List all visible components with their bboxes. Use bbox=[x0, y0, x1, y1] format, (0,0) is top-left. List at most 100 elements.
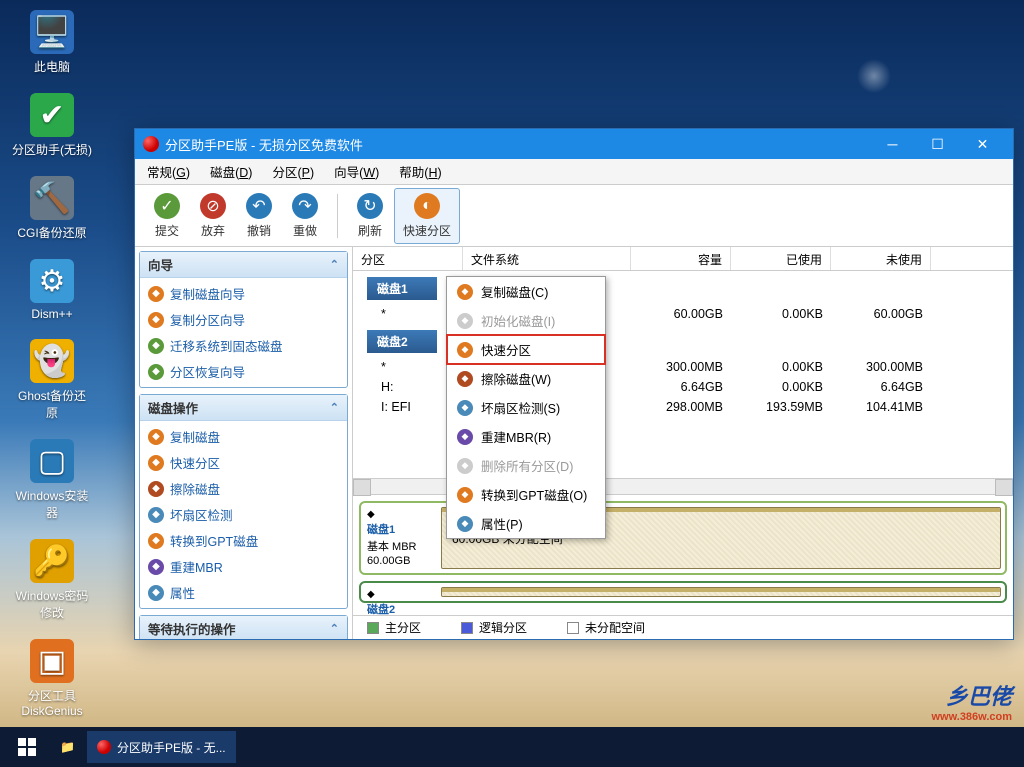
menu-item[interactable]: 向导(W) bbox=[330, 160, 383, 183]
disk-ops-panel: 磁盘操作 ⌃ ◆复制磁盘 ◆快速分区 ◆擦除磁盘 ◆坏扇区检测 ◆转换到GPT磁盘 ◆重建… bbox=[139, 394, 348, 609]
link-icon: ◆ bbox=[148, 338, 164, 354]
icon-label: CGI备份还原 bbox=[17, 224, 86, 241]
cell: 0.00KB bbox=[731, 380, 831, 394]
panel-header[interactable]: 等待执行的操作 ⌃ bbox=[140, 616, 347, 639]
desktop-icon[interactable]: ⚙Dism++ bbox=[12, 259, 92, 321]
legend-swatch bbox=[567, 622, 579, 634]
sidebar-link[interactable]: ◆重建MBR bbox=[148, 557, 339, 576]
disk-info: ◆磁盘2 bbox=[365, 587, 435, 597]
menu-icon: ◆ bbox=[457, 371, 473, 387]
toolbar-button[interactable]: ◐快速分区 bbox=[394, 188, 460, 244]
context-menu-item[interactable]: ◆ 转换到GPT磁盘(O) bbox=[447, 480, 605, 509]
column-header[interactable]: 分区 bbox=[353, 247, 463, 270]
desktop-icon[interactable]: 🖥️此电脑 bbox=[12, 10, 92, 75]
cell: 104.41MB bbox=[831, 400, 931, 414]
sidebar-link[interactable]: ◆分区恢复向导 bbox=[148, 362, 339, 381]
desktop-icon[interactable]: ✔分区助手(无损) bbox=[12, 93, 92, 158]
cell: 60.00GB bbox=[631, 307, 731, 321]
link-label: 复制磁盘向导 bbox=[170, 284, 245, 303]
link-icon: ◆ bbox=[148, 364, 164, 380]
window-controls: ─ ☐ ✕ bbox=[870, 129, 1005, 159]
menu-label: 转换到GPT磁盘(O) bbox=[481, 485, 587, 504]
desktop-icon[interactable]: 🔨CGI备份还原 bbox=[12, 176, 92, 241]
disk-map[interactable]: ◆磁盘2 bbox=[359, 581, 1007, 603]
context-menu-item[interactable]: ◆属性(P) bbox=[447, 509, 605, 538]
link-icon: ◆ bbox=[148, 507, 164, 523]
watermark: 乡巴佬 www.386w.com bbox=[932, 679, 1013, 723]
context-menu-item[interactable]: ◆快速分区 bbox=[447, 335, 605, 364]
collapse-icon[interactable]: ⌃ bbox=[330, 258, 339, 271]
toolbar-button[interactable]: ↶撤销 bbox=[237, 188, 281, 244]
toolbar-button[interactable]: ↻ 刷新 bbox=[348, 188, 392, 244]
context-menu: ◆复制磁盘(C)◆初始化磁盘(I)◆快速分区◆擦除磁盘(W)◆坏扇区检测(S)◆… bbox=[446, 276, 606, 539]
taskbar-explorer[interactable]: 📁 bbox=[52, 731, 83, 763]
sidebar-link[interactable]: ◆ 复制磁盘向导 bbox=[148, 284, 339, 303]
maximize-button[interactable]: ☐ bbox=[915, 129, 960, 159]
minimize-button[interactable]: ─ bbox=[870, 129, 915, 159]
toolbar-label: 刷新 bbox=[358, 222, 382, 239]
disk-segment[interactable] bbox=[441, 587, 1001, 597]
column-header[interactable]: 未使用 bbox=[831, 247, 931, 270]
close-button[interactable]: ✕ bbox=[960, 129, 1005, 159]
panel-header[interactable]: 向导 ⌃ bbox=[140, 252, 347, 278]
panel-title: 等待执行的操作 bbox=[148, 619, 236, 638]
link-label: 属性 bbox=[170, 583, 195, 602]
menu-icon: ◆ bbox=[457, 516, 473, 532]
start-button[interactable] bbox=[6, 727, 48, 767]
sidebar-link[interactable]: ◆擦除磁盘 bbox=[148, 479, 339, 498]
titlebar[interactable]: 分区助手PE版 - 无损分区免费软件 ─ ☐ ✕ bbox=[135, 129, 1013, 159]
link-icon: ◆ bbox=[148, 286, 164, 302]
panel-header[interactable]: 磁盘操作 ⌃ bbox=[140, 395, 347, 421]
cell: 193.59MB bbox=[731, 400, 831, 414]
menu-icon: ◆ bbox=[457, 342, 473, 358]
sidebar-link[interactable]: ◆复制磁盘 bbox=[148, 427, 339, 446]
desktop-icon[interactable]: ▢Windows安装器 bbox=[12, 439, 92, 521]
toolbar-separator bbox=[337, 194, 338, 238]
context-menu-item[interactable]: ◆坏扇区检测(S) bbox=[447, 393, 605, 422]
desktop-icon[interactable]: 🔑Windows密码修改 bbox=[12, 539, 92, 621]
menu-label: 重建MBR(R) bbox=[481, 427, 551, 446]
legend-label: 逻辑分区 bbox=[479, 619, 527, 636]
app-icon bbox=[97, 740, 111, 754]
collapse-icon[interactable]: ⌃ bbox=[330, 401, 339, 414]
context-menu-item[interactable]: ◆ 重建MBR(R) bbox=[447, 422, 605, 451]
cell: 60.00GB bbox=[831, 307, 931, 321]
toolbar-icon: ↻ bbox=[357, 193, 383, 219]
menu-item[interactable]: 分区(P) bbox=[268, 160, 318, 183]
menu-icon: ◆ bbox=[457, 487, 473, 503]
sidebar-link[interactable]: ◆属性 bbox=[148, 583, 339, 602]
windows-icon bbox=[18, 738, 36, 756]
cell: 300.00MB bbox=[631, 360, 731, 374]
desktop-icon[interactable]: 👻Ghost备份还原 bbox=[12, 339, 92, 421]
menu-item[interactable]: 常规(G) bbox=[143, 160, 194, 183]
column-header[interactable]: 文件系统 bbox=[463, 247, 631, 270]
menu-item[interactable]: 帮助(H) bbox=[395, 160, 445, 183]
column-header[interactable]: 容量 bbox=[631, 247, 731, 270]
menu-icon: ◆ bbox=[457, 313, 473, 329]
sidebar-link[interactable]: ◆迁移系统到固态磁盘 bbox=[148, 336, 339, 355]
taskbar-app[interactable]: 分区助手PE版 - 无... bbox=[87, 731, 236, 763]
menu-item[interactable]: 磁盘(D) bbox=[206, 160, 256, 183]
menu-icon: ◆ bbox=[457, 429, 473, 445]
icon-glyph: ▢ bbox=[30, 439, 74, 483]
cell: 300.00MB bbox=[831, 360, 931, 374]
context-menu-item[interactable]: ◆擦除磁盘(W) bbox=[447, 364, 605, 393]
menu-icon: ◆ bbox=[457, 400, 473, 416]
sidebar-link[interactable]: ◆坏扇区检测 bbox=[148, 505, 339, 524]
disk-header[interactable]: 磁盘2 bbox=[367, 330, 437, 353]
sidebar-link[interactable]: ◆复制分区向导 bbox=[148, 310, 339, 329]
link-label: 复制分区向导 bbox=[170, 310, 245, 329]
desktop-icon[interactable]: ▣分区工具DiskGenius bbox=[12, 639, 92, 718]
icon-label: 分区工具DiskGenius bbox=[12, 687, 92, 718]
sidebar-link[interactable]: ◆快速分区 bbox=[148, 453, 339, 472]
toolbar-label: 放弃 bbox=[201, 222, 225, 239]
toolbar-button[interactable]: ✓提交 bbox=[145, 188, 189, 244]
toolbar-button[interactable]: ↷重做 bbox=[283, 188, 327, 244]
disk-header[interactable]: 磁盘1 bbox=[367, 277, 437, 300]
toolbar-button[interactable]: ⊘放弃 bbox=[191, 188, 235, 244]
context-menu-item[interactable]: ◆复制磁盘(C) bbox=[447, 277, 605, 306]
sidebar-link[interactable]: ◆转换到GPT磁盘 bbox=[148, 531, 339, 550]
collapse-icon[interactable]: ⌃ bbox=[330, 622, 339, 635]
column-header[interactable]: 已使用 bbox=[731, 247, 831, 270]
legend-item: 逻辑分区 bbox=[461, 619, 527, 636]
